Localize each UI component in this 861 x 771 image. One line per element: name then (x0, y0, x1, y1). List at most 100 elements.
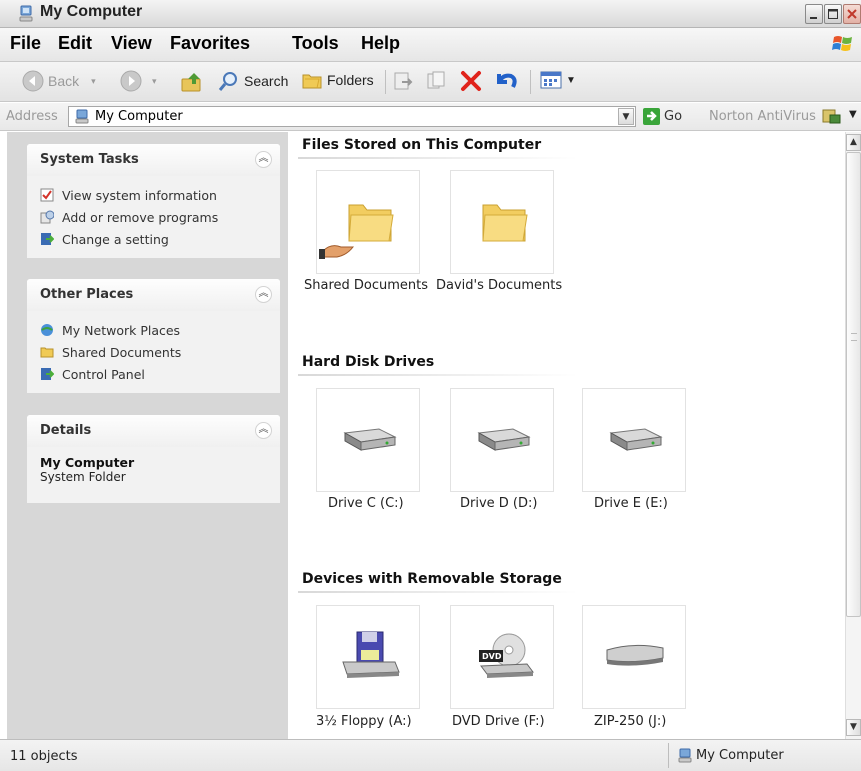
item-label: Drive D (D:) (460, 496, 538, 511)
up-folder-button[interactable] (180, 70, 204, 94)
drive-c-item[interactable] (316, 388, 420, 492)
norton-antivirus-icon[interactable] (822, 109, 842, 125)
hard-drive-icon (343, 428, 397, 451)
collapse-chevron-icon[interactable]: ︽ (255, 151, 272, 168)
menu-edit[interactable]: Edit (58, 33, 92, 54)
title-bar[interactable]: My Computer (0, 0, 861, 28)
davids-documents-item[interactable] (450, 170, 554, 274)
norton-antivirus-label[interactable]: Norton AntiVirus (709, 109, 816, 124)
drive-d-item[interactable] (450, 388, 554, 492)
up-folder-icon (181, 73, 201, 92)
hard-drive-icon (477, 428, 531, 451)
group-title: Hard Disk Drives (302, 354, 435, 370)
status-bar: 11 objects My Computer (0, 739, 861, 771)
system-tasks-title: System Tasks (40, 152, 139, 167)
menu-tools[interactable]: Tools (292, 33, 339, 54)
my-computer-icon (678, 748, 692, 763)
menu-view[interactable]: View (111, 33, 152, 54)
place-label: My Network Places (62, 322, 181, 338)
scroll-thumb[interactable] (846, 152, 861, 617)
svg-text:DVD: DVD (482, 652, 502, 661)
place-label: Control Panel (62, 366, 145, 382)
task-add-remove-programs[interactable]: Add or remove programs (27, 206, 280, 228)
search-label: Search (244, 73, 289, 89)
network-places-icon (41, 324, 53, 336)
place-control-panel[interactable]: Control Panel (27, 363, 280, 385)
other-places-panel: Other Places ︽ My Network Places Shared … (27, 279, 280, 393)
dvd-drive-item[interactable]: DVD (450, 605, 554, 709)
floppy-drive-item[interactable] (316, 605, 420, 709)
status-zone: My Computer (678, 748, 784, 763)
zip-drive-item[interactable] (582, 605, 686, 709)
item-label: ZIP-250 (J:) (594, 714, 667, 729)
collapse-chevron-icon[interactable]: ︽ (255, 286, 272, 303)
add-remove-icon (40, 210, 54, 224)
menu-file[interactable]: File (10, 33, 41, 54)
back-button[interactable]: Back ▾ (22, 70, 96, 92)
back-arrow-icon (22, 70, 44, 92)
shared-documents-item[interactable] (316, 170, 420, 274)
my-computer-icon (18, 5, 34, 27)
norton-dropdown-icon[interactable]: ▼ (849, 109, 857, 120)
shared-folder-icon (319, 204, 394, 259)
item-label: 3½ Floppy (A:) (316, 714, 412, 729)
folders-button[interactable]: Folders (301, 70, 374, 90)
item-label: DVD Drive (F:) (452, 714, 545, 729)
views-icon (540, 71, 562, 89)
menu-bar: File Edit View Favorites Tools Help (0, 28, 861, 62)
place-shared-documents[interactable]: Shared Documents (27, 341, 280, 363)
go-label: Go (664, 109, 683, 124)
zip-drive-icon (606, 644, 664, 666)
minimize-button[interactable] (805, 4, 823, 24)
views-button[interactable]: ▼ (540, 70, 576, 90)
file-list-view[interactable]: Files Stored on This Computer Shared Doc… (288, 132, 845, 739)
details-type: System Folder (40, 470, 126, 484)
details-header[interactable]: Details ︽ (27, 415, 280, 447)
menu-favorites[interactable]: Favorites (170, 33, 250, 54)
drive-e-item[interactable] (582, 388, 686, 492)
details-title: Details (40, 423, 92, 438)
item-label: Drive E (E:) (594, 496, 668, 511)
item-label: David's Documents (436, 278, 563, 293)
folders-label: Folders (327, 72, 374, 88)
menu-help[interactable]: Help (361, 33, 400, 54)
other-places-header[interactable]: Other Places ︽ (27, 279, 280, 311)
system-info-icon (40, 188, 54, 202)
forward-button[interactable]: ▾ (120, 70, 157, 92)
object-count: 11 objects (10, 749, 78, 764)
dvd-drive-icon: DVD (479, 633, 534, 678)
address-input[interactable]: My Computer ▼ (68, 106, 636, 127)
scroll-up-button[interactable]: ▲ (846, 134, 861, 151)
search-icon (218, 72, 237, 91)
system-tasks-header[interactable]: System Tasks ︽ (27, 144, 280, 176)
task-label: View system information (62, 187, 217, 203)
details-panel: Details ︽ My Computer System Folder (27, 415, 280, 503)
move-to-button[interactable] (392, 70, 414, 92)
collapse-chevron-icon[interactable]: ︽ (255, 422, 272, 439)
control-panel-icon (41, 368, 54, 380)
address-value: My Computer (95, 109, 183, 124)
go-button[interactable]: Go (643, 108, 682, 125)
delete-button[interactable] (460, 70, 482, 92)
place-my-network-places[interactable]: My Network Places (27, 319, 280, 341)
scroll-down-button[interactable]: ▼ (846, 719, 861, 736)
floppy-drive-icon (342, 631, 400, 678)
vertical-scrollbar[interactable]: ▲ ▼ (845, 132, 861, 739)
copy-to-icon (427, 71, 445, 89)
copy-to-button[interactable] (426, 70, 448, 92)
delete-icon (461, 71, 481, 91)
address-dropdown-button[interactable]: ▼ (618, 108, 634, 125)
task-view-system-information[interactable]: View system information (27, 184, 280, 206)
maximize-button[interactable] (824, 4, 842, 24)
task-change-a-setting[interactable]: Change a setting (27, 228, 280, 250)
back-label: Back (48, 73, 80, 89)
system-tasks-panel: System Tasks ︽ View system information A… (27, 144, 280, 258)
search-button[interactable]: Search (218, 70, 288, 92)
control-panel-icon (41, 233, 54, 245)
status-zone-label: My Computer (696, 748, 784, 763)
hard-drive-icon (609, 428, 663, 451)
undo-button[interactable] (495, 70, 519, 92)
group-title: Files Stored on This Computer (302, 137, 542, 153)
close-button[interactable] (843, 4, 861, 24)
folders-icon (302, 74, 322, 89)
